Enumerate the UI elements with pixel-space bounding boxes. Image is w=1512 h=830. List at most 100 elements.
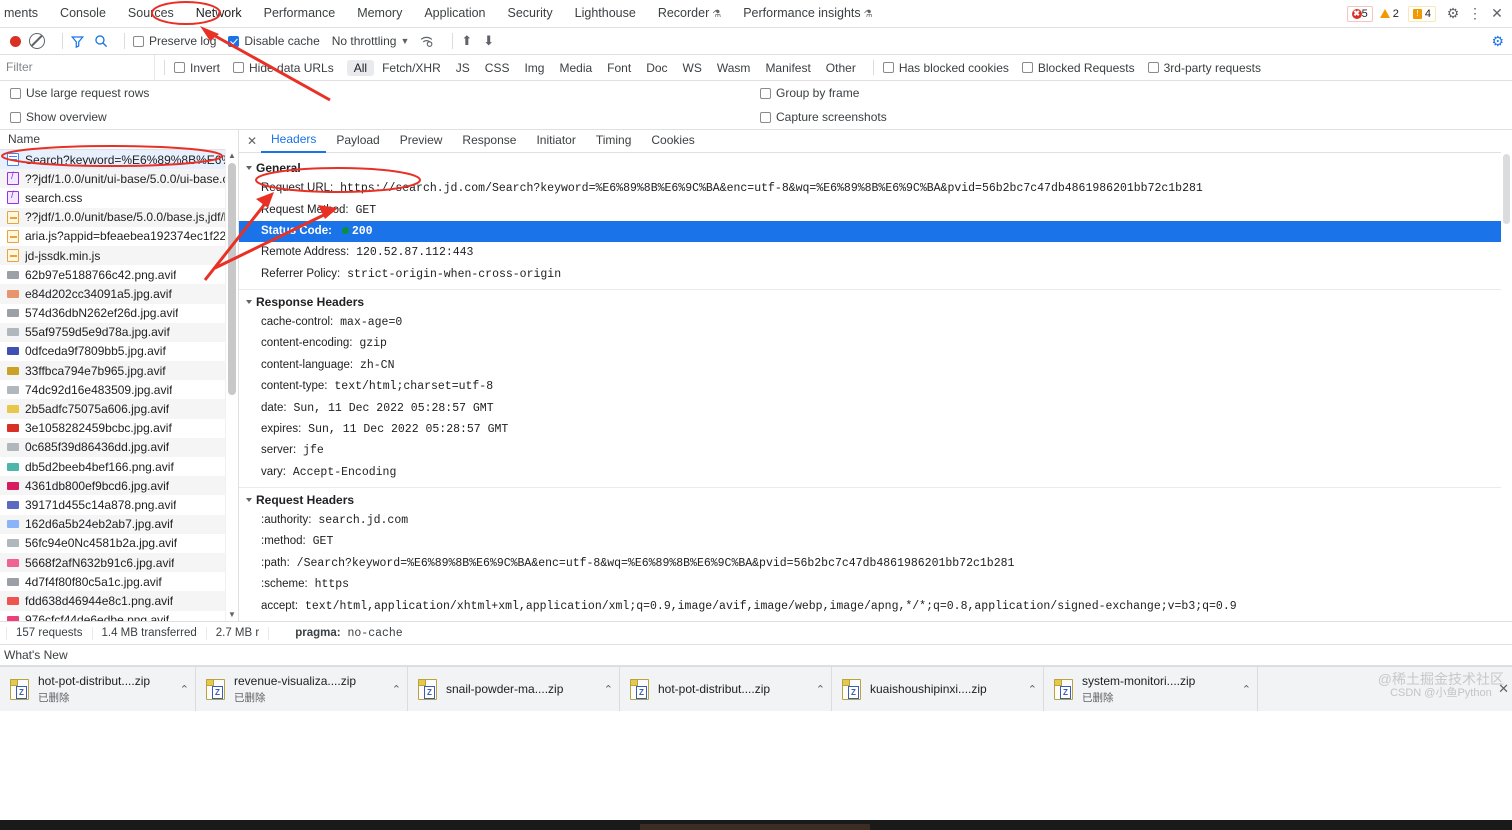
general-section-header[interactable]: General <box>239 158 1512 178</box>
detail-tab-initiator[interactable]: Initiator <box>526 130 585 152</box>
request-row[interactable]: search.css <box>0 188 238 207</box>
filter-type-media[interactable]: Media <box>552 60 599 76</box>
chevron-up-icon[interactable]: ⌃ <box>378 683 401 696</box>
detail-tab-preview[interactable]: Preview <box>390 130 453 152</box>
scroll-down-icon[interactable]: ▼ <box>226 608 238 621</box>
request-row[interactable]: 0dfceda9f7809bb5.jpg.avif <box>0 342 238 361</box>
filter-type-wasm[interactable]: Wasm <box>710 60 758 76</box>
tab-memory[interactable]: Memory <box>346 0 413 27</box>
more-options-icon[interactable]: ⋮ <box>1464 3 1486 25</box>
tab-performance-insights[interactable]: Performance insights ⚗ <box>732 0 883 27</box>
filter-icon[interactable] <box>71 35 84 48</box>
request-row[interactable]: Search?keyword=%E6%89%8B%E6%9C%9... <box>0 150 238 170</box>
request-row[interactable]: e84d202cc34091a5.jpg.avif <box>0 284 238 304</box>
request-row[interactable]: 4361db800ef9bcd6.jpg.avif <box>0 476 238 496</box>
request-row[interactable]: fdd638d46944e8c1.png.avif <box>0 591 238 611</box>
details-scrollbar[interactable] <box>1501 152 1512 621</box>
request-row[interactable]: 5668f2afN632b91c6.jpg.avif <box>0 552 238 573</box>
tab-sources[interactable]: Sources <box>117 0 185 27</box>
request-row[interactable]: 33ffbca794e7b965.jpg.avif <box>0 361 238 381</box>
hide-data-urls-checkbox[interactable]: Hide data URLs <box>233 61 334 75</box>
tab-recorder[interactable]: Recorder ⚗ <box>647 0 732 27</box>
detail-tab-headers[interactable]: Headers <box>261 130 327 153</box>
close-devtools-icon[interactable]: ✕ <box>1486 3 1508 25</box>
filter-type-js[interactable]: JS <box>449 60 477 76</box>
details-scroll-thumb[interactable] <box>1503 154 1510 224</box>
filter-type-manifest[interactable]: Manifest <box>758 60 817 76</box>
filter-type-ws[interactable]: WS <box>676 60 709 76</box>
request-row[interactable]: 574d36dbN262ef26d.jpg.avif <box>0 304 238 323</box>
request-row[interactable]: 976cfcf44de6edbe.png.avif <box>0 611 238 621</box>
tab-lighthouse[interactable]: Lighthouse <box>564 0 647 27</box>
download-item[interactable]: hot-pot-distribut....zip 已删除 ⌃ <box>0 667 196 711</box>
chevron-up-icon[interactable]: ⌃ <box>1014 683 1037 696</box>
chevron-up-icon[interactable]: ⌃ <box>1228 683 1251 696</box>
export-har-icon[interactable]: ⬇ <box>483 33 494 49</box>
preserve-log-checkbox[interactable]: Preserve log <box>133 34 216 48</box>
filter-type-font[interactable]: Font <box>600 60 638 76</box>
request-list-header[interactable]: Name <box>0 130 238 150</box>
whats-new-drawer-tab[interactable]: What's New <box>0 645 1512 666</box>
request-row[interactable]: ??jdf/1.0.0/unit/ui-base/5.0.0/ui-base.c… <box>0 169 238 189</box>
tab-performance[interactable]: Performance <box>253 0 347 27</box>
detail-tab-timing[interactable]: Timing <box>586 130 642 152</box>
response-headers-header[interactable]: Response Headers <box>239 292 1512 312</box>
close-shelf-icon[interactable]: ✕ <box>1498 681 1509 697</box>
request-headers-header[interactable]: Request Headers <box>239 490 1512 510</box>
network-conditions-icon[interactable] <box>419 34 434 48</box>
group-by-frame-checkbox[interactable]: Group by frame <box>760 86 859 100</box>
request-row[interactable]: 0c685f39d86436dd.jpg.avif <box>0 437 238 457</box>
has-blocked-cookies-checkbox[interactable]: Has blocked cookies <box>882 61 1009 75</box>
download-item[interactable]: hot-pot-distribut....zip ⌃ <box>620 667 832 711</box>
request-row[interactable]: db5d2beeb4bef166.png.avif <box>0 457 238 476</box>
request-row[interactable]: 4d7f4f80f80c5a1c.jpg.avif <box>0 572 238 591</box>
filter-type-other[interactable]: Other <box>819 60 863 76</box>
download-item[interactable]: kuaishoushipinxi....zip ⌃ <box>832 667 1044 711</box>
chevron-down-icon[interactable]: ▼ <box>400 36 409 46</box>
request-row[interactable]: 39171d455c14a878.png.avif <box>0 495 238 514</box>
detail-tab-response[interactable]: Response <box>452 130 526 152</box>
tab-security[interactable]: Security <box>497 0 564 27</box>
record-button[interactable] <box>10 35 21 47</box>
scroll-up-icon[interactable]: ▲ <box>226 149 238 162</box>
tab-network[interactable]: Network <box>185 0 253 27</box>
request-row[interactable]: 62b97e5188766c42.png.avif <box>0 265 238 284</box>
request-row[interactable]: 56fc94e0Nc4581b2a.jpg.avif <box>0 534 238 553</box>
settings-gear-icon[interactable]: ⚙ <box>1442 3 1464 25</box>
request-row[interactable]: 55af9759d5e9d78a.jpg.avif <box>0 322 238 342</box>
general-status-code[interactable]: Status Code: 200 <box>239 220 1512 243</box>
throttling-select[interactable]: No throttling <box>332 34 397 48</box>
issue-counters[interactable]: ✖ 5 2 ! 4 <box>1346 5 1436 22</box>
filter-type-img[interactable]: Img <box>517 60 551 76</box>
request-row[interactable]: 74dc92d16e483509.jpg.avif <box>0 380 238 399</box>
third-party-requests-checkbox[interactable]: 3rd-party requests <box>1147 61 1261 75</box>
blocked-requests-checkbox[interactable]: Blocked Requests <box>1021 61 1135 75</box>
chevron-up-icon[interactable]: ⌃ <box>802 683 825 696</box>
request-row[interactable]: ??jdf/1.0.0/unit/base/5.0.0/base.js,jdf/… <box>0 207 238 227</box>
network-settings-gear-icon[interactable]: ⚙ <box>1491 33 1504 50</box>
chevron-up-icon[interactable]: ⌃ <box>590 683 613 696</box>
clear-icon[interactable] <box>29 33 45 49</box>
tab-application[interactable]: Application <box>413 0 496 27</box>
download-item[interactable]: snail-powder-ma....zip ⌃ <box>408 667 620 711</box>
tab-elements[interactable]: ments <box>0 0 49 27</box>
detail-tab-cookies[interactable]: Cookies <box>641 130 704 152</box>
scroll-thumb[interactable] <box>228 163 236 395</box>
info-counter[interactable]: ! 4 <box>1407 5 1436 22</box>
show-overview-checkbox[interactable]: Show overview <box>0 110 107 124</box>
capture-screenshots-checkbox[interactable]: Capture screenshots <box>760 110 887 124</box>
filter-type-fetch-xhr[interactable]: Fetch/XHR <box>375 60 448 76</box>
request-row[interactable]: 162d6a5b24eb2ab7.jpg.avif <box>0 514 238 534</box>
filter-type-all[interactable]: All <box>346 59 375 76</box>
warning-counter[interactable]: 2 <box>1376 7 1403 21</box>
disable-cache-checkbox[interactable]: Disable cache <box>228 34 320 48</box>
detail-tab-payload[interactable]: Payload <box>326 130 389 152</box>
filter-type-doc[interactable]: Doc <box>639 60 674 76</box>
close-details-icon[interactable]: ✕ <box>243 134 261 148</box>
filter-input[interactable]: Filter <box>0 55 155 80</box>
tab-console[interactable]: Console <box>49 0 117 27</box>
request-list-scrollbar[interactable]: ▲ ▼ <box>225 149 238 621</box>
download-item[interactable]: system-monitori....zip 已删除 ⌃ <box>1044 667 1258 711</box>
request-row[interactable]: 2b5adfc75075a606.jpg.avif <box>0 399 238 419</box>
chevron-up-icon[interactable]: ⌃ <box>166 683 189 696</box>
